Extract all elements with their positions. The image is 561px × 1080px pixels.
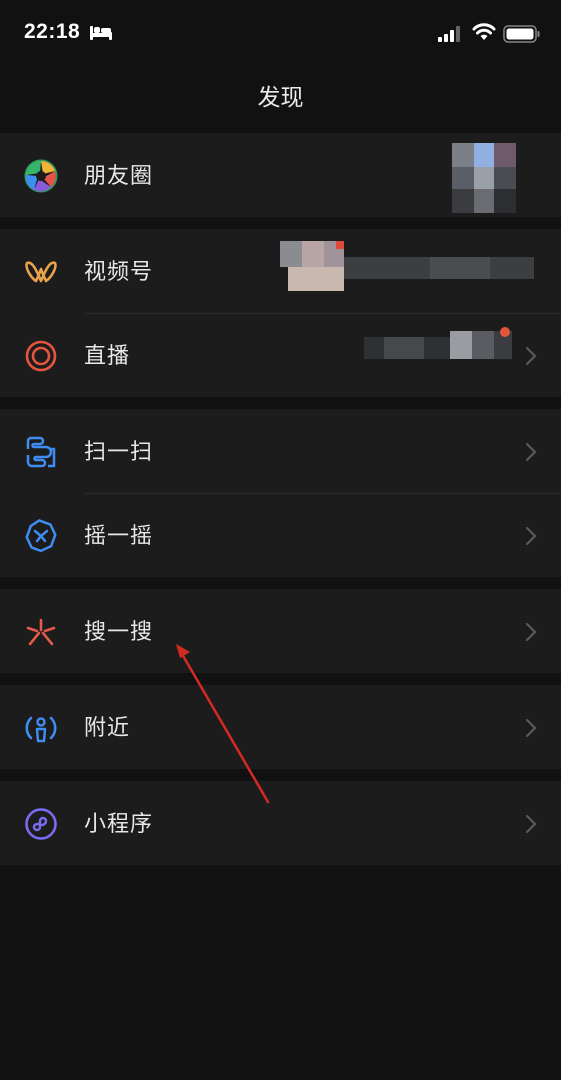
list-item-label: 搜一搜	[84, 620, 154, 645]
list-item-shake[interactable]: 摇一摇	[0, 493, 561, 577]
channels-thumbnail-blurred	[280, 241, 540, 297]
wifi-icon	[472, 23, 496, 40]
chevron-right-icon	[525, 622, 537, 642]
nearby-icon	[25, 716, 57, 743]
list-item-mini-program[interactable]: 小程序	[0, 781, 561, 865]
mini-program-group: 小程序	[0, 781, 561, 865]
battery-icon	[503, 25, 540, 43]
live-icon	[25, 340, 57, 372]
page-title: 发现	[257, 85, 304, 111]
list-item-scan[interactable]: 扫一扫	[0, 409, 561, 493]
list-item-label: 视频号	[84, 260, 154, 285]
nearby-group: 附近	[0, 685, 561, 769]
moments-group: 朋友圈	[0, 133, 561, 217]
chevron-right-icon	[525, 718, 537, 738]
list-item-label: 直播	[84, 344, 131, 369]
scan-shake-group: 扫一扫 摇一摇	[0, 409, 561, 577]
mini-program-icon	[25, 808, 57, 840]
signal-icon	[438, 26, 460, 42]
live-thumbnail-blurred	[364, 327, 514, 377]
search-group: 搜一搜	[0, 589, 561, 673]
list-item-label: 扫一扫	[84, 440, 154, 465]
status-bar: 22:18	[0, 0, 561, 66]
list-item-search[interactable]: 搜一搜	[0, 589, 561, 673]
list-item-channels[interactable]: 视频号	[0, 229, 561, 313]
list-item-label: 小程序	[84, 812, 154, 837]
search-star-icon	[26, 618, 56, 646]
list-item-live[interactable]: 直播	[0, 313, 561, 397]
scan-icon	[26, 436, 56, 468]
list-item-label: 摇一摇	[84, 524, 154, 549]
list-item-label: 朋友圈	[84, 164, 154, 189]
sleep-bed-icon	[90, 26, 112, 40]
channels-icon	[25, 261, 57, 283]
channels-group: 视频号 直播	[0, 229, 561, 397]
chevron-right-icon	[525, 346, 537, 366]
list-item-label: 附近	[84, 716, 131, 741]
list-item-nearby[interactable]: 附近	[0, 685, 561, 769]
chevron-right-icon	[525, 814, 537, 834]
list-item-moments[interactable]: 朋友圈	[0, 133, 561, 217]
chevron-right-icon	[525, 526, 537, 546]
status-time: 22:18	[24, 20, 81, 43]
shake-icon	[25, 519, 57, 553]
moments-thumbnail-blurred	[452, 143, 516, 213]
chevron-right-icon	[525, 442, 537, 462]
moments-aperture-icon	[24, 159, 58, 193]
